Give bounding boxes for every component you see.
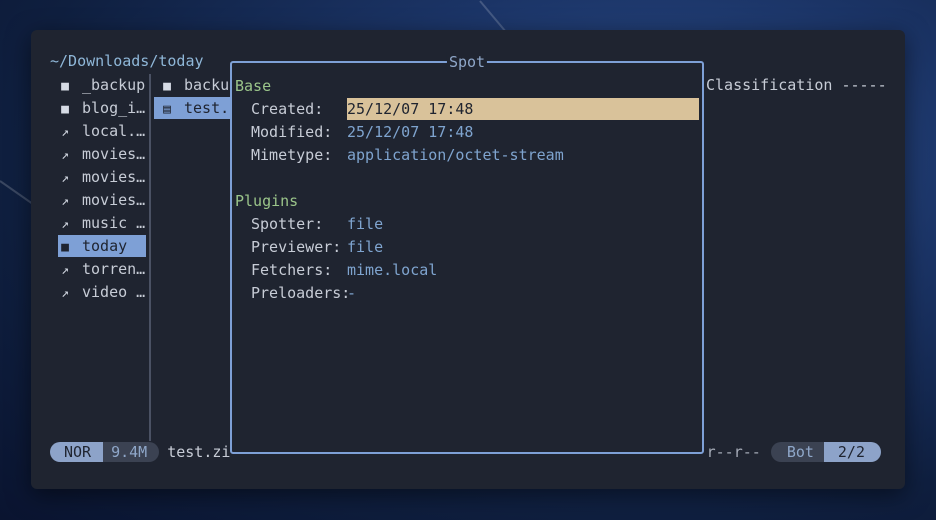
parent-item[interactable]: ↗ movies… xyxy=(58,166,146,188)
parent-item[interactable]: ↗ music … xyxy=(58,212,146,234)
fetchers-label: Fetchers: xyxy=(251,261,333,279)
modified-label: Modified: xyxy=(251,123,333,141)
link-icon: ↗ xyxy=(61,194,69,209)
mimetype-row[interactable]: Mimetype: application/octet-stream xyxy=(251,144,564,166)
mode-badge: NOR xyxy=(50,442,104,462)
parent-item[interactable]: ■ blog_i… xyxy=(58,97,146,119)
previewer-label: Previewer: xyxy=(251,238,342,256)
spot-panel: Spot Base Created: 25/12/07 17:48 Modifie… xyxy=(230,52,704,454)
mimetype-value: application/octet-stream xyxy=(347,146,564,164)
parent-item[interactable]: ↗ torren… xyxy=(58,258,146,280)
spotter-row[interactable]: Spotter: file xyxy=(251,213,383,235)
current-item[interactable]: ■ backu xyxy=(154,74,236,96)
status-right: r--r-- Bot 2/2 xyxy=(707,441,881,463)
parent-item[interactable]: ↗ video … xyxy=(58,281,146,303)
parent-item[interactable]: ↗ movies… xyxy=(58,143,146,165)
preview-text: Classification ----- xyxy=(706,76,887,94)
created-value: 25/12/07 17:48 xyxy=(347,98,699,120)
current-item-selected[interactable]: ▤ test. xyxy=(154,97,232,119)
fetchers-row[interactable]: Fetchers: mime.local xyxy=(251,259,437,281)
parent-item[interactable]: ↗ movies… xyxy=(58,189,146,211)
status-filename: test.zi xyxy=(167,443,231,461)
column-divider xyxy=(149,74,151,441)
fetchers-value: mime.local xyxy=(347,261,438,279)
folder-icon: ■ xyxy=(61,240,69,255)
previewer-value: file xyxy=(347,238,384,256)
link-icon: ↗ xyxy=(61,286,69,301)
modified-value: 25/12/07 17:48 xyxy=(347,123,474,141)
status-left: NOR 9.4M test.zi xyxy=(50,441,230,463)
spotter-value: file xyxy=(347,215,384,233)
link-icon: ↗ xyxy=(61,171,69,186)
folder-icon: ■ xyxy=(163,79,171,94)
preloaders-row[interactable]: Preloaders:- xyxy=(251,282,356,304)
parent-item-selected[interactable]: ■ today xyxy=(58,235,146,257)
mimetype-label: Mimetype: xyxy=(251,146,333,164)
terminal-window: ~/Downloads/today ■ _backup ■ blog_i… ↗ loc… xyxy=(31,30,905,489)
link-icon: ↗ xyxy=(61,263,69,278)
created-label: Created: xyxy=(251,100,324,118)
link-icon: ↗ xyxy=(61,125,69,140)
preloaders-label: Preloaders: xyxy=(251,284,351,302)
current-path: ~/Downloads/today xyxy=(50,52,204,70)
spot-title: Spot xyxy=(446,52,488,72)
previewer-row[interactable]: Previewer: file xyxy=(251,236,383,258)
link-icon: ↗ xyxy=(61,148,69,163)
position-badge: Bot xyxy=(770,442,824,462)
parent-item[interactable]: ■ _backup xyxy=(58,74,146,96)
count-badge: 2/2 xyxy=(823,442,881,462)
created-row[interactable]: Created: 25/12/07 17:48 xyxy=(251,98,699,120)
folder-icon: ■ xyxy=(61,102,69,117)
base-section-label: Base xyxy=(235,77,272,95)
size-badge: 9.4M xyxy=(103,442,160,462)
preloaders-value: - xyxy=(347,284,357,302)
permissions: r--r-- xyxy=(706,443,761,461)
parent-item[interactable]: ↗ local.… xyxy=(58,120,146,142)
folder-icon: ■ xyxy=(61,79,69,94)
file-icon: ▤ xyxy=(163,102,171,117)
plugins-section-label: Plugins xyxy=(235,192,299,210)
link-icon: ↗ xyxy=(61,217,69,232)
spotter-label: Spotter: xyxy=(251,215,324,233)
modified-row[interactable]: Modified: 25/12/07 17:48 xyxy=(251,121,473,143)
